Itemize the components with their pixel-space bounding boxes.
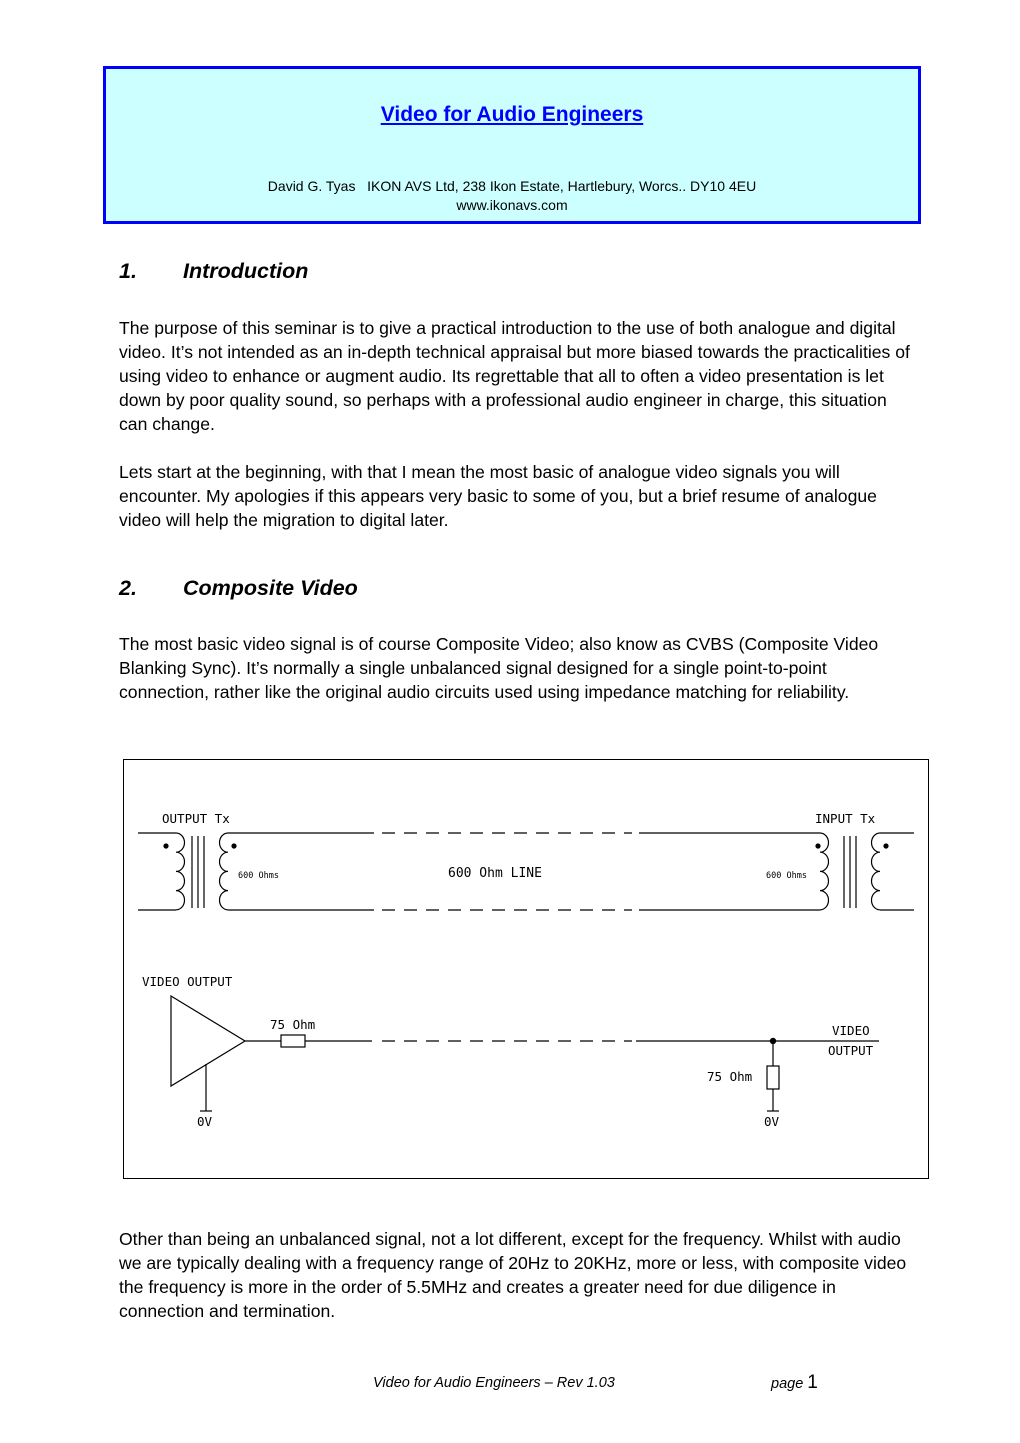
byline: David G. Tyas IKON AVS Ltd, 238 Ikon Est…: [106, 177, 918, 215]
section-number: 2.: [119, 576, 137, 600]
document-title: Video for Audio Engineers: [380, 103, 644, 126]
junction-dot: [769, 1037, 777, 1045]
output-tx-secondary-dot: [231, 843, 237, 849]
footer-page: page 1: [771, 1372, 818, 1394]
title-box: Video for Audio Engineers David G. Tyas …: [103, 66, 921, 224]
section-heading-introduction: 1. Introduction: [119, 259, 308, 284]
video-output-label: VIDEO OUTPUT: [142, 974, 233, 989]
input-tx-primary-coil: [819, 832, 830, 911]
section-title: Introduction: [183, 259, 309, 283]
circuit-diagram-svg: OUTPUT Tx INPUT Tx 600 Ohms 600 Ohms 600…: [138, 811, 914, 1129]
input-tx-primary-dot: [815, 843, 821, 849]
website-link[interactable]: www.ikonavs.com: [106, 196, 918, 215]
input-tx-secondary-dot: [883, 843, 889, 849]
right-winding-label: 600 Ohms: [766, 871, 807, 881]
footer-page-number: 1: [807, 1372, 818, 1393]
amplifier-triangle: [170, 994, 247, 1088]
source-resistor: [280, 1034, 306, 1048]
input-tx-secondary-coil: [870, 832, 881, 911]
source-resistor-label: 75 Ohm: [270, 1017, 315, 1032]
output-tx-core: [191, 836, 205, 908]
footer-doc-title: Video for Audio Engineers – Rev 1.03: [373, 1375, 615, 1391]
right-output-label-line2: OUTPUT: [828, 1043, 874, 1058]
input-tx-core: [843, 836, 857, 908]
paragraph: Other than being an unbalanced signal, n…: [119, 1229, 907, 1321]
ground-right-label: 0V: [764, 1114, 780, 1129]
line-label: 600 Ohm LINE: [448, 866, 542, 881]
load-resistor: [766, 1065, 780, 1090]
ground-left-label: 0V: [197, 1114, 213, 1129]
section-heading-composite-video: 2. Composite Video: [119, 576, 358, 601]
input-tx-label: INPUT Tx: [815, 811, 876, 826]
output-tx-primary-dot: [163, 843, 169, 849]
circuit-diagram: OUTPUT Tx INPUT Tx 600 Ohms 600 Ohms 600…: [123, 759, 929, 1179]
section-title: Composite Video: [183, 576, 358, 600]
output-tx-primary-coil: [175, 832, 186, 911]
output-tx-secondary-coil: [218, 832, 229, 911]
output-tx-label: OUTPUT Tx: [162, 811, 230, 826]
footer-page-word: page: [771, 1376, 804, 1392]
left-winding-label: 600 Ohms: [238, 871, 279, 881]
author-line: David G. Tyas IKON AVS Ltd, 238 Ikon Est…: [267, 178, 757, 194]
load-resistor-label: 75 Ohm: [707, 1069, 752, 1084]
paragraph: The most basic video signal is of course…: [119, 634, 879, 702]
paragraph: The purpose of this seminar is to give a…: [119, 318, 910, 434]
right-output-label-line1: VIDEO: [832, 1023, 870, 1038]
paragraph: Lets start at the beginning, with that I…: [119, 462, 877, 530]
section-number: 1.: [119, 259, 137, 283]
